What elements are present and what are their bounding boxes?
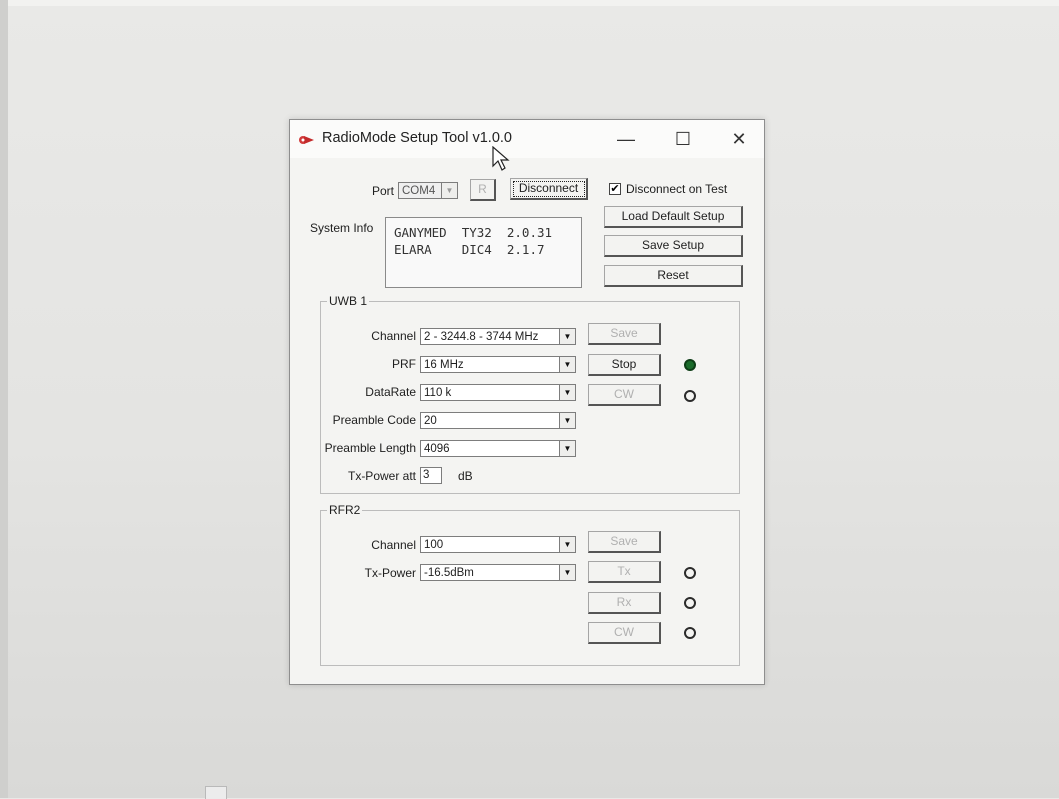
system-info-line-1: GANYMED TY32 2.0.31	[394, 225, 553, 240]
save-setup-button[interactable]: Save Setup	[604, 235, 743, 257]
rfr2-txpower-select[interactable]: -16.5dBm ▼	[420, 564, 576, 581]
uwb1-caption: UWB 1	[327, 294, 370, 308]
chevron-down-icon: ▼	[559, 357, 575, 372]
radiomode-window: RadioMode Setup Tool v1.0.0 — ☐ ✕ Port C…	[289, 119, 765, 685]
uwb1-prf-label: PRF	[392, 357, 416, 371]
chevron-down-icon: ▼	[441, 183, 457, 198]
system-info-line-2: ELARA DIC4 2.1.7	[394, 242, 545, 257]
rfr2-rx-status-led	[684, 597, 696, 609]
uwb1-prf-value: 16 MHz	[424, 359, 464, 371]
maximize-button[interactable]: ☐	[667, 126, 699, 152]
monitor-bezel-top	[0, 0, 1059, 6]
uwb1-cw-button[interactable]: CW	[588, 384, 661, 406]
load-default-setup-button[interactable]: Load Default Setup	[604, 206, 743, 228]
uwb1-save-button[interactable]: Save	[588, 323, 661, 345]
uwb1-channel-value: 2 - 3244.8 - 3744 MHz	[424, 331, 539, 343]
refresh-button[interactable]: R	[470, 179, 496, 201]
close-button[interactable]: ✕	[723, 126, 755, 152]
chevron-down-icon: ▼	[559, 385, 575, 400]
disconnect-on-test-label: Disconnect on Test	[626, 182, 728, 196]
title-bar[interactable]: RadioMode Setup Tool v1.0.0 — ☐ ✕	[290, 120, 764, 158]
rfr2-channel-select[interactable]: 100 ▼	[420, 536, 576, 553]
uwb1-cw-status-led	[684, 390, 696, 402]
port-label: Port	[371, 184, 394, 198]
rfr2-cw-status-led	[684, 627, 696, 639]
document-icon	[205, 786, 227, 799]
monitor-bezel-left	[0, 0, 8, 798]
uwb1-stop-status-led	[684, 359, 696, 371]
minimize-button[interactable]: —	[610, 126, 642, 152]
rfr2-txpower-value: -16.5dBm	[424, 567, 474, 579]
chevron-down-icon: ▼	[559, 537, 575, 552]
window-title: RadioMode Setup Tool v1.0.0	[322, 130, 512, 146]
uwb1-datarate-select[interactable]: 110 k ▼	[420, 384, 576, 401]
uwb1-preamble-length-select[interactable]: 4096 ▼	[420, 440, 576, 457]
system-info-label: System Info	[310, 221, 374, 235]
rfr2-txpower-label: Tx-Power	[364, 566, 416, 580]
system-info-box[interactable]: GANYMED TY32 2.0.31 ELARA DIC4 2.1.7	[385, 217, 582, 288]
rfr2-cw-button[interactable]: CW	[588, 622, 661, 644]
uwb1-stop-button[interactable]: Stop	[588, 354, 661, 376]
rfr2-rx-button[interactable]: Rx	[588, 592, 661, 614]
mouse-cursor-icon	[492, 146, 510, 171]
uwb1-preamble-code-value: 20	[424, 415, 437, 427]
port-select[interactable]: COM4 ▼	[398, 182, 458, 199]
uwb1-prf-select[interactable]: 16 MHz ▼	[420, 356, 576, 373]
rfr2-save-button[interactable]: Save	[588, 531, 661, 553]
radiomode-app-icon	[299, 136, 314, 144]
disconnect-button[interactable]: Disconnect	[510, 178, 588, 200]
disconnect-on-test-checkbox[interactable]: ✔	[609, 183, 621, 195]
rfr2-group: RFR2	[320, 503, 740, 666]
chevron-down-icon: ▼	[559, 413, 575, 428]
uwb1-preamble-length-value: 4096	[424, 443, 450, 455]
uwb1-channel-select[interactable]: 2 - 3244.8 - 3744 MHz ▼	[420, 328, 576, 345]
rfr2-tx-button[interactable]: Tx	[588, 561, 661, 583]
chevron-down-icon: ▼	[559, 565, 575, 580]
uwb1-preamble-length-label: Preamble Length	[324, 441, 416, 455]
rfr2-tx-status-led	[684, 567, 696, 579]
uwb1-preamble-code-label: Preamble Code	[332, 413, 416, 427]
uwb1-datarate-value: 110 k	[424, 387, 452, 399]
uwb1-txpower-label: Tx-Power att	[347, 469, 416, 483]
chevron-down-icon: ▼	[559, 441, 575, 456]
rfr2-caption: RFR2	[327, 503, 363, 517]
uwb1-txpower-unit: dB	[458, 469, 473, 483]
uwb1-datarate-label: DataRate	[365, 385, 416, 399]
uwb1-txpower-input[interactable]: 3	[420, 467, 442, 484]
checkmark-icon: ✔	[610, 183, 620, 195]
rfr2-channel-label: Channel	[371, 538, 416, 552]
reset-button[interactable]: Reset	[604, 265, 743, 287]
uwb1-preamble-code-select[interactable]: 20 ▼	[420, 412, 576, 429]
uwb1-channel-label: Channel	[371, 329, 416, 343]
chevron-down-icon: ▼	[559, 329, 575, 344]
rfr2-channel-value: 100	[424, 539, 444, 551]
port-value: COM4	[402, 185, 436, 197]
